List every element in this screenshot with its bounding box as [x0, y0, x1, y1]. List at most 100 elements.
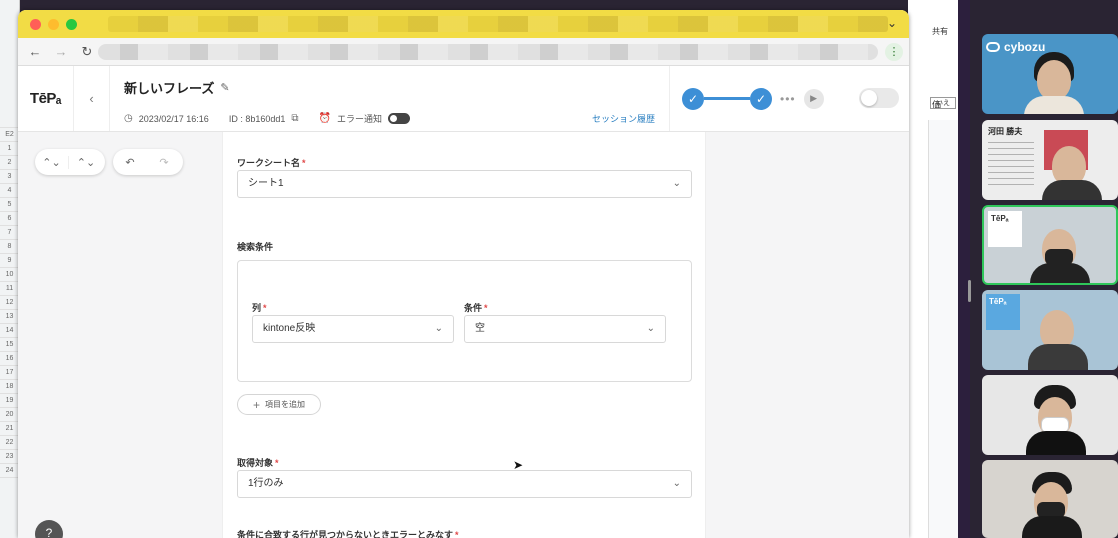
- sheet-cell-ref: E2: [0, 128, 19, 142]
- collapse-all-icon[interactable]: ⌃⌄: [35, 155, 69, 169]
- participant-video-tile[interactable]: cybozu: [982, 34, 1118, 114]
- sheet-header-area: [0, 0, 19, 128]
- add-item-button[interactable]: + 項目を追加: [237, 394, 321, 415]
- fetch-target-select[interactable]: 1行のみ ⌄: [237, 470, 692, 498]
- participant-body: [1028, 344, 1088, 370]
- help-button[interactable]: ?: [35, 520, 63, 538]
- sheet-row: 14: [0, 324, 19, 338]
- participant-video-tile[interactable]: [982, 375, 1118, 455]
- sheet-row: 4: [0, 184, 19, 198]
- participant-video-tile[interactable]: 河田 勝夫: [982, 120, 1118, 200]
- tepa-logo[interactable]: TēPₐ: [18, 66, 74, 131]
- undo-icon[interactable]: ↶: [113, 156, 147, 169]
- chevron-down-icon: ⌄: [646, 323, 655, 334]
- app-header: TēPₐ ‹ 新しいフレーズ ✎ ◷ 2023/02/17 16:16 ID :…: [18, 66, 909, 132]
- browser-menu-kebab-icon[interactable]: ⋮: [885, 43, 903, 61]
- condition-select[interactable]: 空 ⌄: [464, 315, 666, 343]
- sheet-row: 1: [0, 142, 19, 156]
- error-notify-label: エラー通知: [336, 114, 382, 124]
- more-steps-icon: •••: [780, 91, 796, 106]
- participant-card-name: 河田 勝夫: [988, 127, 1023, 136]
- browser-window: ⌄ ← → ↻ ⋮ TēPₐ ‹ 新しいフレーズ ✎ ◷ 2023/02/17 …: [18, 10, 909, 538]
- sheet-row: 8: [0, 240, 19, 254]
- participant-face: [1037, 60, 1071, 100]
- address-bar-row: ← → ↻ ⋮: [18, 38, 909, 66]
- sheet-row: 12: [0, 296, 19, 310]
- play-icon[interactable]: ▶: [803, 88, 824, 109]
- background-spreadsheet-right: 共有 価 いえ ベ: [908, 0, 958, 538]
- background-spreadsheet: E2 1 2 3 4 5 6 7 8 9 10 11 12 13 14 15 1…: [0, 0, 20, 538]
- phrase-title-area: 新しいフレーズ ✎ ◷ 2023/02/17 16:16 ID : 8b160d…: [110, 66, 669, 131]
- sheet-row: 24: [0, 464, 19, 478]
- step-connector: [704, 97, 750, 100]
- chevron-down-icon: ⌄: [434, 323, 443, 334]
- column-label: 列 *: [252, 303, 267, 313]
- back-chevron-icon[interactable]: ‹: [74, 66, 110, 131]
- search-conditions-label: 検索条件: [237, 242, 274, 252]
- sheet-row: 2: [0, 156, 19, 170]
- participant-card-text: [988, 142, 1034, 186]
- condition-value: 空: [475, 323, 485, 334]
- sheet-row: 7: [0, 226, 19, 240]
- participant-video-tile-active[interactable]: TēPₐ: [982, 205, 1118, 285]
- undo-redo-group: ↶ ↷: [113, 149, 183, 175]
- tepa-card: TēPₐ: [986, 294, 1020, 330]
- expand-all-icon[interactable]: ⌃⌄: [69, 156, 103, 169]
- window-controls: [30, 18, 77, 30]
- minimize-window-button[interactable]: [48, 18, 59, 30]
- sheet-row: 3: [0, 170, 19, 184]
- fetch-target-label: 取得対象 *: [237, 458, 279, 468]
- chevron-down-icon: ⌄: [672, 478, 681, 489]
- alarm-icon: ⏰: [318, 113, 331, 124]
- condition-label: 条件 *: [464, 303, 488, 313]
- no-match-error-label: 条件に合致する行が見つからないときエラーとみなす *: [237, 530, 459, 538]
- reload-icon[interactable]: ↻: [80, 44, 94, 60]
- forward-arrow-icon[interactable]: →: [54, 44, 68, 59]
- session-history-link[interactable]: セッション履歴: [592, 112, 655, 125]
- action-settings-panel: ワークシート名 * シート1 ⌄ 検索条件 列 * kintone反映 ⌄ 条件 * …: [222, 132, 706, 538]
- back-arrow-icon[interactable]: ←: [28, 44, 42, 59]
- step-2-check-icon[interactable]: ✓: [750, 87, 772, 110]
- redo-icon[interactable]: ↷: [147, 156, 181, 169]
- resize-handle[interactable]: [968, 280, 971, 302]
- step-progress: ✓ ✓ ••• ▶: [669, 66, 909, 131]
- fetch-target-value: 1行のみ: [248, 478, 284, 489]
- step-1-check-icon[interactable]: ✓: [682, 87, 704, 110]
- close-window-button[interactable]: [30, 18, 41, 30]
- participant-body: [1022, 516, 1082, 538]
- pencil-icon[interactable]: ✎: [220, 81, 229, 94]
- participant-body: [1024, 96, 1084, 114]
- blurred-url-field[interactable]: [98, 44, 878, 60]
- tab-bar: ⌄: [18, 10, 909, 38]
- sheet-right-column: [928, 120, 958, 538]
- cybozu-logo-icon: [986, 42, 1000, 52]
- maximize-window-button[interactable]: [66, 18, 77, 30]
- collapse-expand-group: ⌃⌄ ⌃⌄: [35, 149, 105, 175]
- plus-icon: +: [252, 397, 260, 412]
- sheet-row: 20: [0, 408, 19, 422]
- phrase-enable-toggle[interactable]: [859, 88, 899, 108]
- clock-icon: ◷: [124, 113, 133, 124]
- tab-list-chevron-icon[interactable]: ⌄: [887, 16, 897, 30]
- mouse-pointer-icon: ➤: [513, 458, 524, 472]
- participant-body: [1026, 431, 1086, 455]
- phrase-title-row: 新しいフレーズ ✎: [124, 78, 669, 97]
- sheet-row: 11: [0, 282, 19, 296]
- sheet-row: 21: [0, 422, 19, 436]
- worksheet-select[interactable]: シート1 ⌄: [237, 170, 692, 198]
- participant-video-tile[interactable]: [982, 460, 1118, 538]
- worksheet-value: シート1: [248, 178, 284, 189]
- sheet-row: 22: [0, 436, 19, 450]
- phrase-id: ID : 8b160dd1: [228, 113, 286, 124]
- column-select[interactable]: kintone反映 ⌄: [252, 315, 454, 343]
- participant-video-tile[interactable]: TēPₐ: [982, 290, 1118, 370]
- sheet-right-label: 共有: [932, 27, 948, 36]
- tepa-card: TēPₐ: [988, 211, 1022, 247]
- search-conditions-box: 列 * kintone反映 ⌄ 条件 * 空 ⌄: [237, 260, 692, 382]
- add-item-label: 項目を追加: [265, 400, 305, 409]
- sheet-row: 10: [0, 268, 19, 282]
- error-notify-toggle[interactable]: [387, 113, 410, 124]
- sheet-right-chip: いえ: [930, 97, 956, 109]
- worksheet-label: ワークシート名 *: [237, 158, 306, 168]
- copy-icon[interactable]: ⧉: [291, 113, 298, 124]
